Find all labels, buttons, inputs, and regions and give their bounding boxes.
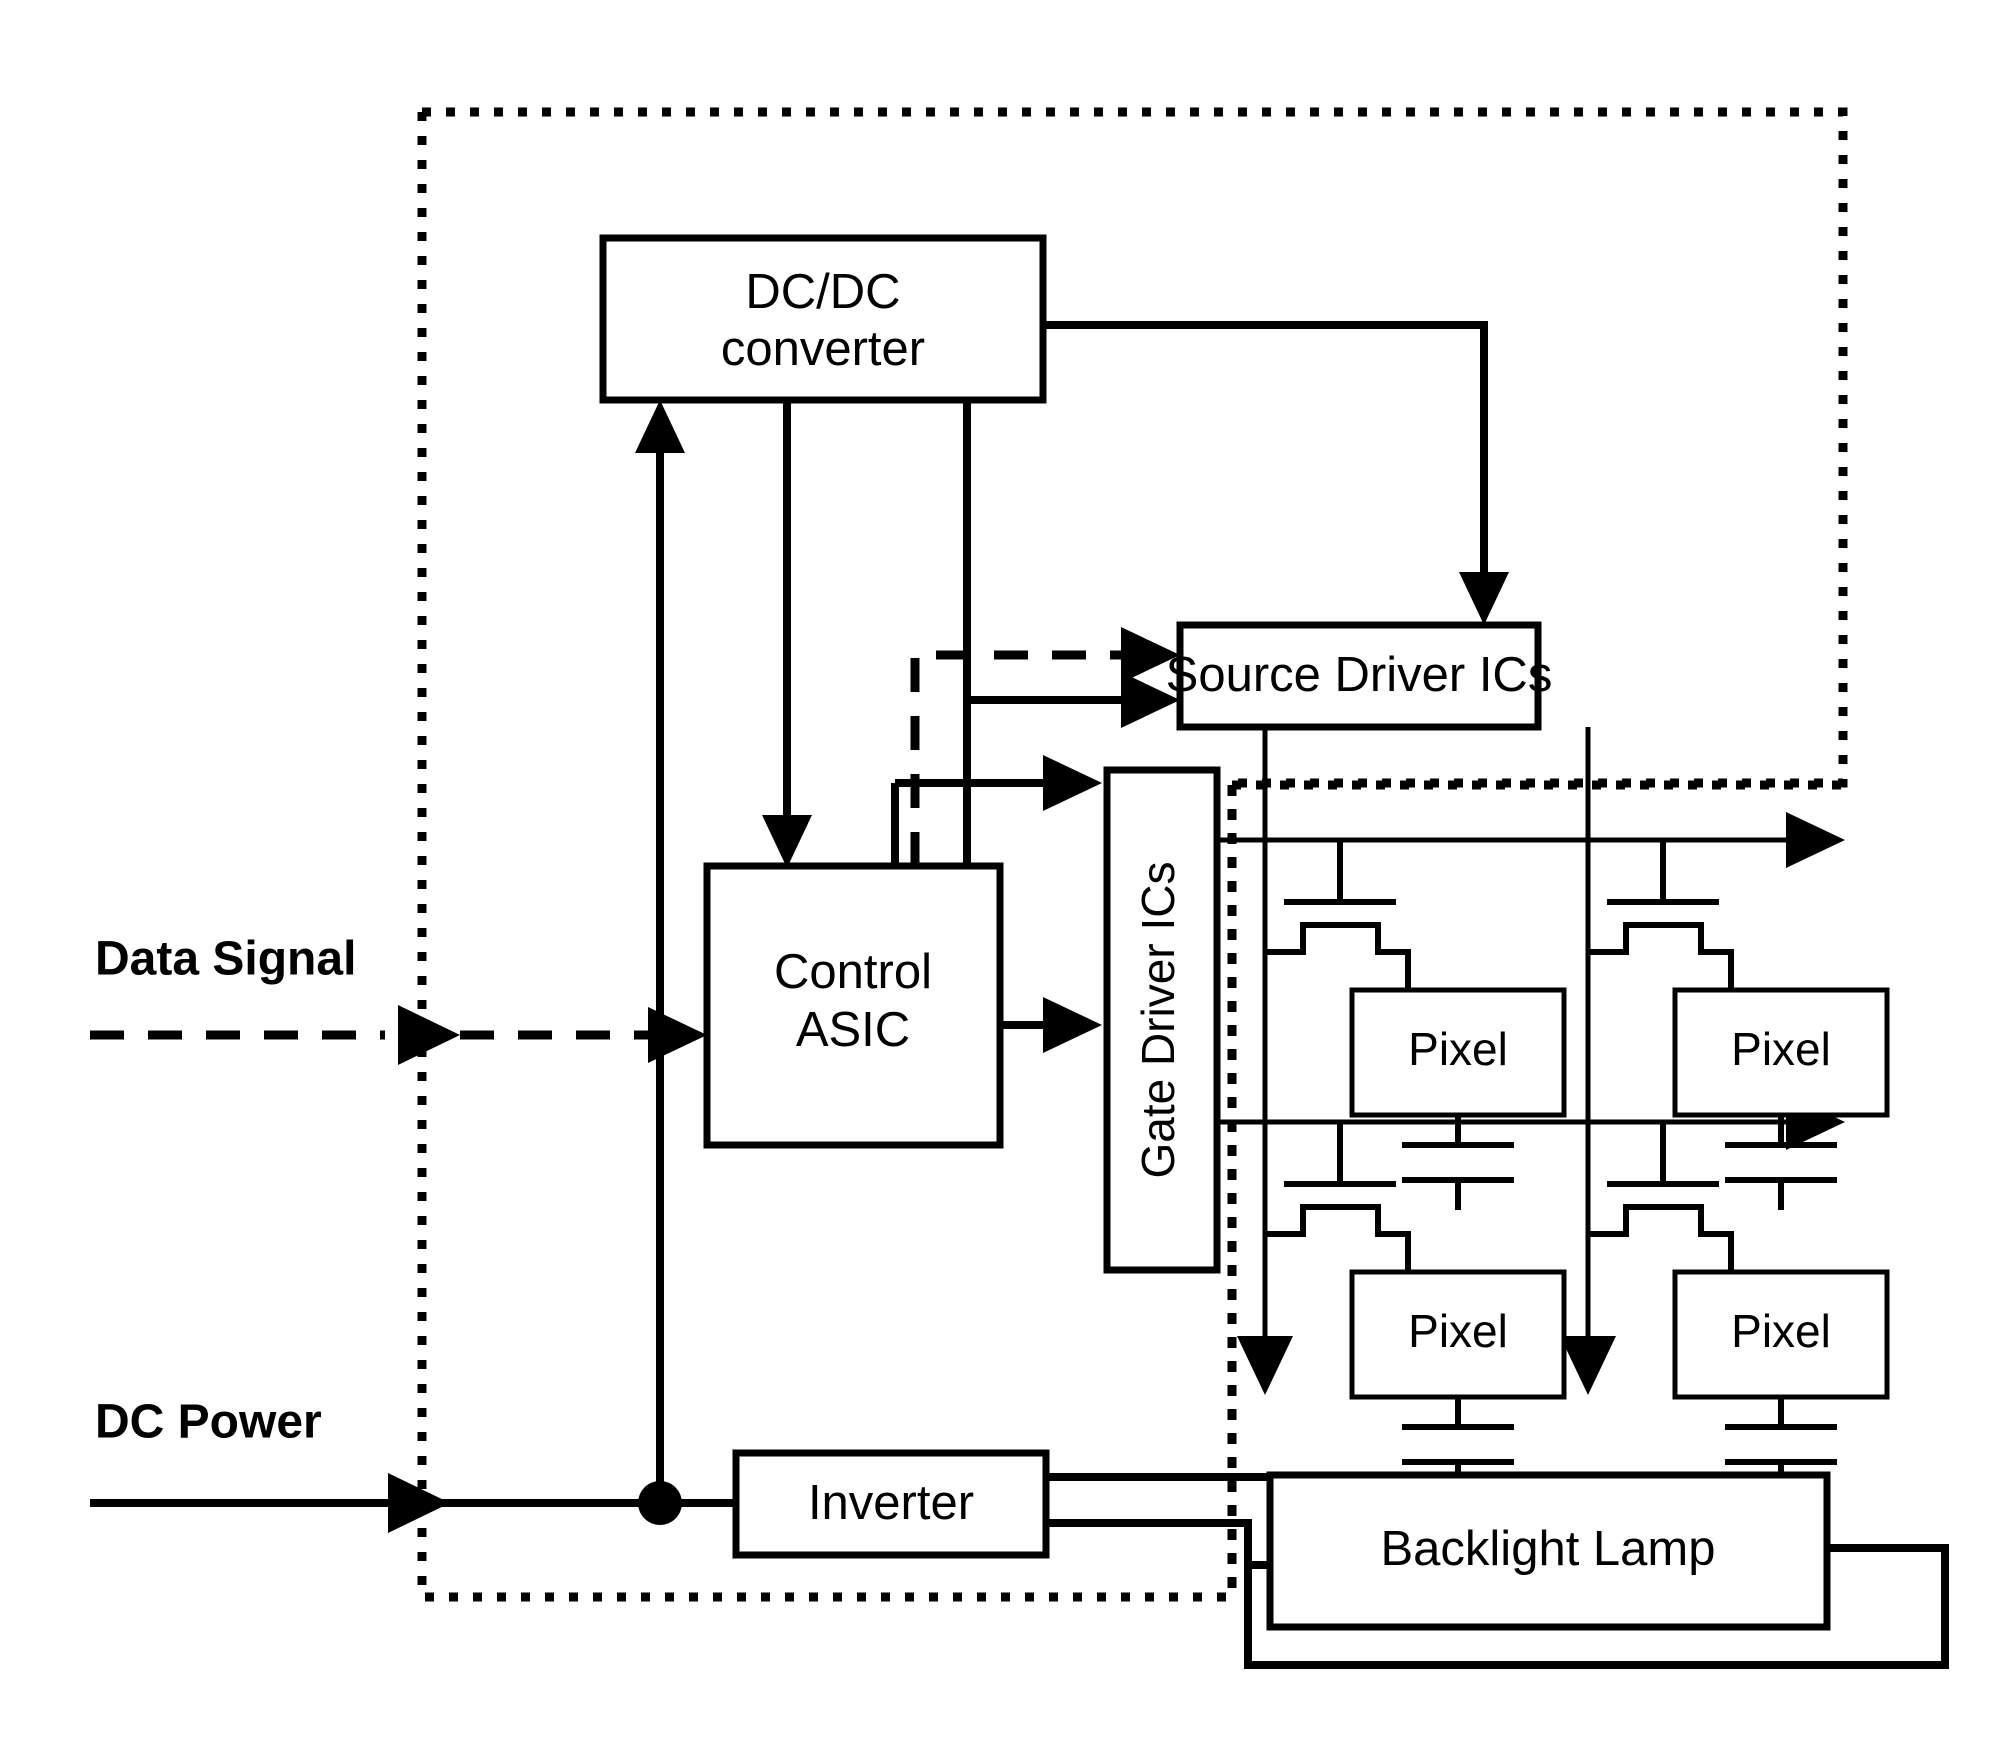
arrowhead-data-signal-input bbox=[398, 1005, 460, 1065]
tft-channel-r2c1 bbox=[1265, 1204, 1411, 1272]
source-driver-ics-label: Source Driver ICs bbox=[1166, 648, 1553, 702]
arrowhead-to-gate-driver-top bbox=[1043, 755, 1102, 811]
pixel-cell-r1c2: Pixel bbox=[1588, 842, 1890, 1210]
dcdc-converter-label-line1: DC/DC bbox=[745, 265, 900, 319]
pixel-cell-r1c1: Pixel bbox=[1265, 842, 1567, 1210]
block-diagram-canvas: DC/DC converter Source Driver ICs Contro… bbox=[0, 0, 2001, 1752]
pixel-label-r2c1: Pixel bbox=[1408, 1305, 1508, 1357]
pixel-label-r1c2: Pixel bbox=[1731, 1023, 1831, 1075]
tft-channel-r1c1 bbox=[1265, 922, 1411, 990]
arrowhead-dcdc-to-source-driver bbox=[1459, 572, 1509, 625]
lcd-module-block-diagram: DC/DC converter Source Driver ICs Contro… bbox=[90, 107, 1949, 1669]
inverter-label: Inverter bbox=[808, 1476, 974, 1530]
data-signal-label: Data Signal bbox=[95, 933, 356, 986]
dc-power-label: DC Power bbox=[95, 1396, 322, 1449]
backlight-lamp-label: Backlight Lamp bbox=[1380, 1522, 1715, 1576]
pixel-label-r2c2: Pixel bbox=[1731, 1305, 1831, 1357]
control-asic-label-line2: ASIC bbox=[796, 1003, 910, 1057]
pixel-label-r1c1: Pixel bbox=[1408, 1023, 1508, 1075]
arrowhead-source-line-col2 bbox=[1560, 1336, 1616, 1395]
arrowhead-data-signal-to-asic bbox=[648, 1007, 707, 1063]
tft-channel-r2c2 bbox=[1588, 1204, 1734, 1272]
arrowhead-dcdc-to-control-asic bbox=[762, 815, 812, 868]
dc-power-junction-dot bbox=[638, 1481, 682, 1525]
arrowhead-asic-to-gate-driver-lower bbox=[1043, 997, 1102, 1053]
wire-dcdc-to-source-driver bbox=[1043, 321, 1488, 590]
arrowhead-source-line-col1 bbox=[1237, 1336, 1293, 1395]
dcdc-converter-label-line2: converter bbox=[721, 322, 925, 376]
gate-driver-ics-label: Gate Driver ICs bbox=[1132, 862, 1184, 1179]
control-asic-label-line1: Control bbox=[774, 945, 932, 999]
arrowhead-dcpower-to-dcdc bbox=[635, 400, 685, 453]
tft-channel-r1c2 bbox=[1588, 922, 1734, 990]
arrowhead-gate-line-row1 bbox=[1786, 812, 1845, 868]
